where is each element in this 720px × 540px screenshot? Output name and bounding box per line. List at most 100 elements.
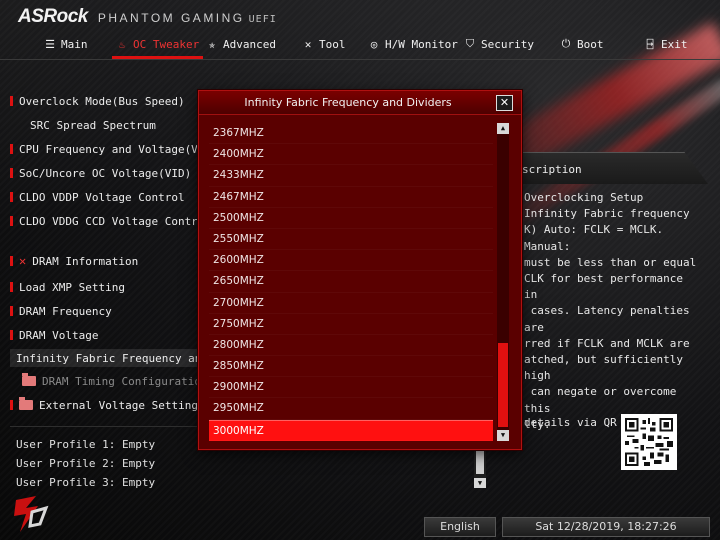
menu-cldo-vddg[interactable]: CLDO VDDG CCD Voltage Control (10, 212, 211, 230)
frequency-option[interactable]: 2900MHZ (209, 377, 493, 398)
user-profile-1: User Profile 1: Empty (16, 438, 156, 451)
item-bullet (10, 400, 13, 410)
menu-cldo-vddp[interactable]: CLDO VDDP Voltage Control (10, 188, 185, 206)
menu-item-label: Overclock Mode(Bus Speed) (19, 94, 185, 108)
tab-label: Security (481, 37, 534, 51)
scroll-down-arrow-icon[interactable]: ▼ (474, 478, 486, 488)
item-bullet (10, 306, 13, 316)
frequency-option[interactable]: 2600MHZ (209, 250, 493, 271)
tab-label: Boot (577, 37, 604, 51)
tab-security[interactable]: ⛉ Security (464, 32, 534, 56)
qr-code-icon (621, 414, 677, 470)
tab-label: Tool (319, 37, 346, 51)
menu-item-label: DRAM Information (32, 254, 139, 268)
uefi-label: UEFI (248, 14, 277, 25)
product-name: PHANTOM GAMING (97, 11, 245, 25)
dialog-title: Infinity Fabric Frequency and Dividers (199, 91, 521, 115)
scroll-thumb[interactable] (476, 450, 484, 474)
scroll-down-arrow-icon[interactable]: ▼ (497, 430, 509, 441)
menu-item-label: SRC Spread Spectrum (30, 118, 156, 132)
main-nav: ☰ Main ♨ OC Tweaker ✯ Advanced ✕ Tool ◎ … (30, 32, 710, 59)
qr-caption: details via QR (524, 416, 617, 429)
shield-icon: ⛉ (465, 37, 475, 50)
frequency-option[interactable]: 2950MHZ (209, 398, 493, 419)
logo: ASRock PHANTOM GAMING UEFI (18, 6, 277, 28)
frequency-option-list: 2367MHZ 2400MHZ 2433MHZ 2467MHZ 2500MHZ 2550M… (209, 123, 493, 441)
frequency-option[interactable]: 2650MHZ (209, 271, 493, 292)
dialog-scrollbar[interactable]: ▲ ▼ (497, 123, 509, 441)
item-bullet (10, 192, 13, 202)
close-icon[interactable]: ✕ (496, 95, 513, 111)
menu-item-label: CLDO VDDG CCD Voltage Control (19, 214, 212, 228)
frequency-option[interactable]: 2700MHZ (209, 293, 493, 314)
frequency-option[interactable]: 2850MHZ (209, 356, 493, 377)
description-header: scription (512, 152, 708, 184)
frequency-option[interactable]: 2433MHZ (209, 165, 493, 186)
tab-boot[interactable]: ⏻ Boot (560, 32, 604, 56)
menu-item-label: SoC/Uncore OC Voltage(VID) (19, 166, 192, 180)
frequency-option[interactable]: 2500MHZ (209, 208, 493, 229)
tab-label: H/W Monitor (385, 37, 458, 51)
item-bullet (10, 256, 13, 266)
flame-icon: ♨ (118, 37, 126, 51)
tools-icon: ✕ (19, 254, 27, 268)
tab-advanced[interactable]: ✯ Advanced (206, 32, 276, 56)
tab-main[interactable]: ☰ Main (44, 32, 88, 56)
menu-item-label: DRAM Timing Configuration (42, 374, 208, 388)
menu-dram-frequency[interactable]: DRAM Frequency (10, 302, 112, 320)
menu-scrollbar[interactable]: ▼ (474, 450, 486, 488)
brand-name: ASRock (18, 6, 88, 27)
power-icon: ⏻ (561, 37, 571, 50)
user-profile-2: User Profile 2: Empty (16, 457, 156, 470)
menu-dram-information[interactable]: ✕ DRAM Information (10, 252, 138, 270)
menu-infinity-fabric[interactable]: Infinity Fabric Frequency and Divi (10, 349, 241, 367)
list-icon: ☰ (45, 37, 55, 51)
item-bullet (10, 168, 13, 178)
menu-load-xmp[interactable]: Load XMP Setting (10, 278, 125, 296)
language-selector[interactable]: English (424, 517, 496, 537)
frequency-option[interactable]: 2550MHZ (209, 229, 493, 250)
frequency-option[interactable]: 2800MHZ (209, 335, 493, 356)
frequency-option[interactable]: 3000MHZ (209, 419, 493, 441)
menu-src-spread-spectrum[interactable]: SRC Spread Spectrum (30, 116, 156, 134)
tab-oc-tweaker[interactable]: ♨ OC Tweaker (111, 32, 204, 59)
frequency-option[interactable]: 2400MHZ (209, 144, 493, 165)
user-profile-3: User Profile 3: Empty (16, 476, 156, 489)
star-icon: ✯ (208, 37, 216, 51)
tab-label: OC Tweaker (133, 37, 200, 51)
tools-icon: ✕ (304, 37, 312, 51)
frequency-option[interactable]: 2467MHZ (209, 187, 493, 208)
item-bullet (10, 96, 13, 106)
frequency-option[interactable]: 2367MHZ (209, 123, 493, 144)
phantom-gaming-logo-icon (6, 494, 54, 536)
infinity-fabric-dialog: Infinity Fabric Frequency and Dividers ✕… (198, 90, 522, 450)
folder-icon (19, 397, 33, 410)
description-title: scription (522, 163, 582, 176)
item-bullet (10, 282, 13, 292)
tab-hw-monitor[interactable]: ◎ H/W Monitor (368, 32, 458, 56)
menu-item-label: CLDO VDDP Voltage Control (19, 190, 185, 204)
menu-item-label: DRAM Frequency (19, 304, 112, 318)
frequency-option[interactable]: 2750MHZ (209, 314, 493, 335)
tab-label: Main (61, 37, 88, 51)
menu-dram-voltage[interactable]: DRAM Voltage (10, 326, 98, 344)
tab-label: Exit (661, 37, 688, 51)
globe-icon: ◎ (370, 37, 378, 51)
tab-tool[interactable]: ✕ Tool (302, 32, 346, 56)
date-time-display: Sat 12/28/2019, 18:27:26 (502, 517, 710, 537)
item-bullet (10, 330, 13, 340)
tab-exit[interactable]: ⍈ Exit (644, 32, 688, 56)
menu-overclock-mode[interactable]: Overclock Mode(Bus Speed) (10, 92, 185, 110)
menu-item-label: Load XMP Setting (19, 280, 125, 294)
item-bullet (10, 144, 13, 154)
menu-soc-uncore-voltage[interactable]: SoC/Uncore OC Voltage(VID) (10, 164, 191, 182)
description-text: Overclocking Setup Infinity Fabric frequ… (524, 191, 697, 431)
scroll-thumb[interactable] (498, 343, 508, 427)
scroll-up-arrow-icon[interactable]: ▲ (497, 123, 509, 134)
item-bullet (10, 216, 13, 226)
folder-icon (22, 373, 36, 386)
tab-label: Advanced (223, 37, 276, 51)
nav-divider (0, 59, 720, 60)
exit-icon: ⍈ (646, 37, 654, 51)
menu-dram-timing[interactable]: DRAM Timing Configuration (22, 372, 208, 390)
